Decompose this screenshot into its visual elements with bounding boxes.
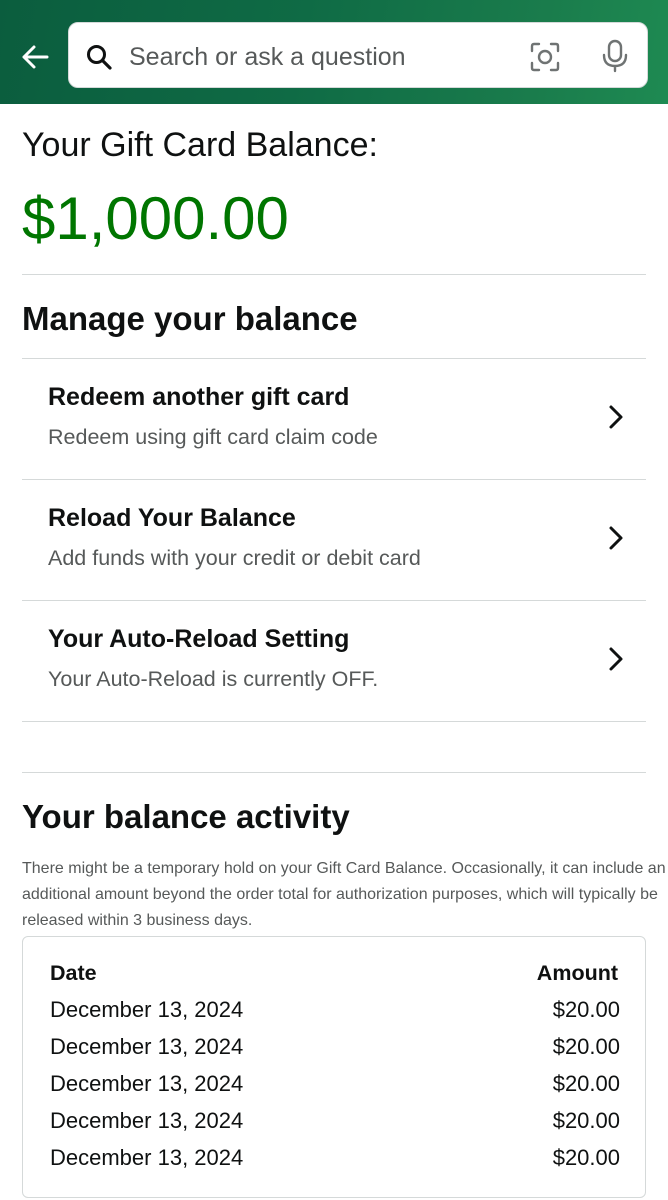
- row-amount: $20.00: [552, 1071, 620, 1096]
- chevron-right-icon: [609, 526, 623, 550]
- chevron-right-icon: [609, 405, 623, 429]
- back-arrow-icon: [22, 45, 49, 69]
- row-title: Redeem another gift card: [48, 383, 350, 411]
- balance-amount: $1,000.00: [22, 185, 289, 252]
- balance-label: Your Gift Card Balance:: [22, 126, 378, 164]
- row-date: December 13, 2024: [50, 1071, 244, 1096]
- row-date: December 13, 2024: [50, 1108, 244, 1133]
- date-column-header: Date: [50, 961, 97, 985]
- manage-balance-heading: Manage your balance: [22, 300, 358, 337]
- row-subtitle: Your Auto-Reload is currently OFF.: [48, 667, 379, 691]
- row-title: Your Auto-Reload Setting: [48, 625, 350, 653]
- row-date: December 13, 2024: [50, 1145, 244, 1170]
- microphone-icon[interactable]: [599, 39, 631, 73]
- table-row: December 13, 2024 $20.00: [50, 1034, 620, 1068]
- row-amount: $20.00: [552, 1108, 620, 1133]
- row-title: Reload Your Balance: [48, 504, 296, 532]
- reload-balance-row[interactable]: Reload Your Balance Add funds with your …: [22, 480, 646, 600]
- row-date: December 13, 2024: [50, 1034, 244, 1059]
- balance-activity-table: Date Amount December 13, 2024 $20.00 Dec…: [22, 936, 646, 1198]
- redeem-gift-card-row[interactable]: Redeem another gift card Redeem using gi…: [22, 359, 646, 479]
- camera-lens-icon[interactable]: [529, 41, 561, 73]
- table-row: December 13, 2024 $20.00: [50, 1145, 620, 1179]
- search-input[interactable]: [127, 35, 511, 79]
- table-row: December 13, 2024 $20.00: [50, 1071, 620, 1105]
- amount-column-header: Amount: [536, 961, 618, 985]
- chevron-right-icon: [609, 647, 623, 671]
- table-row: December 13, 2024 $20.00: [50, 1108, 620, 1142]
- balance-activity-heading: Your balance activity: [22, 798, 350, 835]
- search-icon[interactable]: [85, 43, 113, 71]
- search-bar[interactable]: [68, 22, 648, 88]
- hold-notice: There might be a temporary hold on your …: [22, 860, 666, 929]
- top-navigation-bar: [0, 0, 668, 104]
- row-amount: $20.00: [552, 1034, 620, 1059]
- table-row: December 13, 2024 $20.00: [50, 997, 620, 1031]
- row-amount: $20.00: [552, 997, 620, 1022]
- divider: [22, 274, 646, 275]
- row-subtitle: Add funds with your credit or debit card: [48, 546, 421, 570]
- row-subtitle: Redeem using gift card claim code: [48, 425, 378, 449]
- row-amount: $20.00: [552, 1145, 620, 1170]
- back-button[interactable]: [14, 36, 56, 78]
- row-date: December 13, 2024: [50, 997, 244, 1022]
- divider: [22, 721, 646, 722]
- auto-reload-setting-row[interactable]: Your Auto-Reload Setting Your Auto-Reloa…: [22, 601, 646, 721]
- divider: [22, 772, 646, 773]
